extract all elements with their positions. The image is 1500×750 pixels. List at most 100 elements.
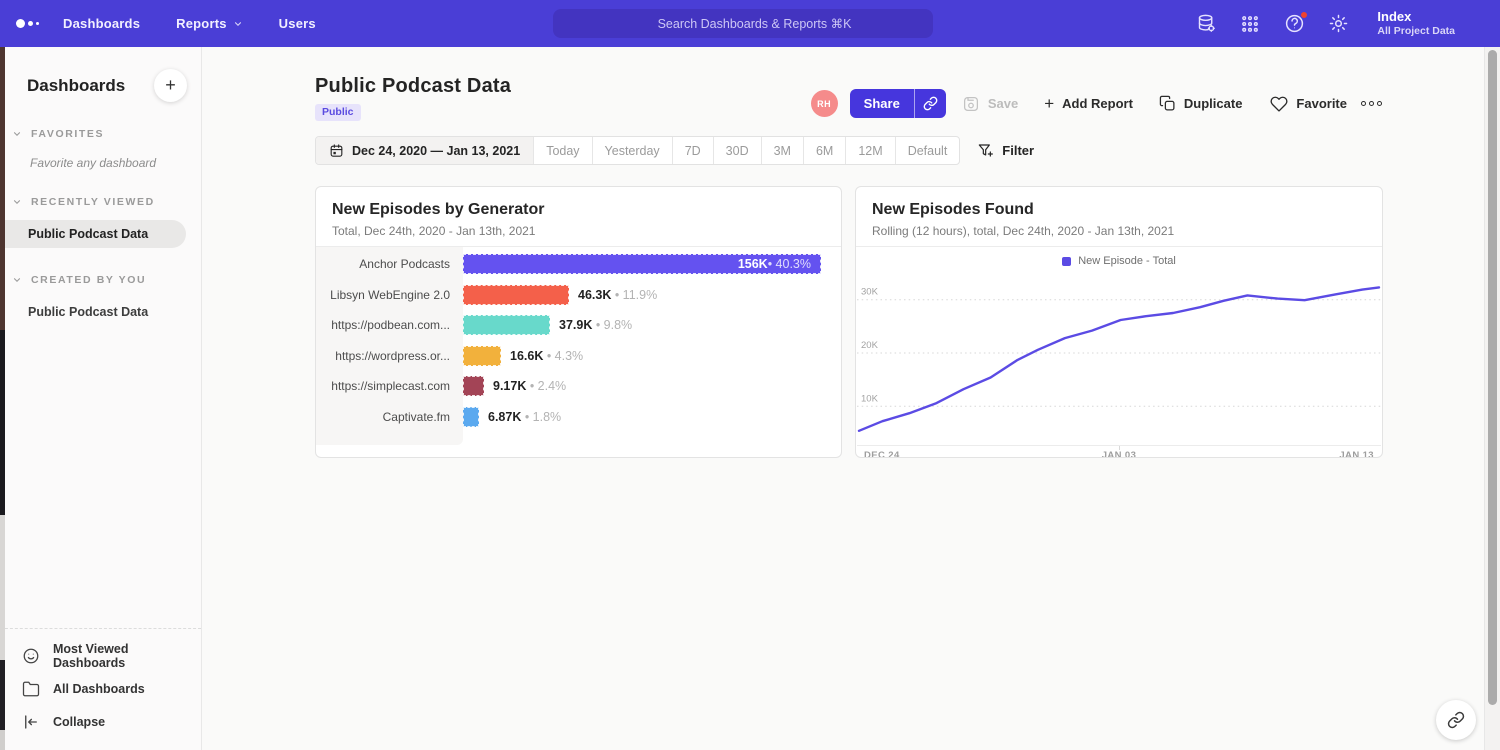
primary-nav: Dashboards Reports Users [63,16,352,31]
bar-value-label: 9.17K • 2.4% [493,379,566,393]
apps-grid-icon[interactable] [1239,13,1261,35]
bar-segment[interactable] [463,346,501,366]
bar-row-5: https://simplecast.com 9.17K • 2.4% [316,371,841,402]
x-tick-label: JAN 03 [1102,450,1137,458]
project-scope: All Project Data [1377,25,1455,38]
sidebar-section: CREATED BY YOU Public Podcast Data [0,274,201,326]
help-icon[interactable] [1283,13,1305,35]
settings-gear-icon[interactable] [1327,13,1349,35]
line-chart: 10K20K30K [857,273,1381,446]
bar-value-label: 156K • 40.3% [738,255,811,273]
bar-wrap: 16.6K • 4.3% [463,346,841,366]
sidebar: Dashboards + FAVORITESFavorite any dashb… [0,47,202,750]
calendar-icon [329,143,344,158]
save-button[interactable]: Save [962,95,1018,113]
x-tick-label: DEC 24 [864,450,900,458]
filter-icon [978,143,994,159]
footer-item-collapse[interactable]: Collapse [22,705,201,738]
bar-row-1: Anchor Podcasts 156K • 40.3% [316,249,841,280]
bar-category-label: https://simplecast.com [316,379,463,393]
avatar[interactable]: RH [811,90,838,117]
section-header-recently-viewed[interactable]: RECENTLY VIEWED [0,196,201,208]
footer-item-most-viewed-dashboards[interactable]: Most Viewed Dashboards [22,639,201,672]
bar-wrap: 156K • 40.3% [463,254,841,274]
filter-button[interactable]: Filter [978,143,1034,159]
legend-swatch [1062,257,1071,266]
date-preset-6m[interactable]: 6M [804,137,846,164]
chevron-down-icon [12,129,22,139]
x-axis-labels: DEC 24 JAN 03 JAN 13 [856,446,1382,458]
global-search-input[interactable]: Search Dashboards & Reports ⌘K [553,9,933,38]
sidebar-item-public-podcast-data[interactable]: Public Podcast Data [0,220,186,248]
nav-item-label: Reports [176,16,227,31]
bar-segment[interactable] [463,315,550,335]
heart-icon [1270,95,1288,113]
date-preset-3m[interactable]: 3M [762,137,804,164]
footer-item-all-dashboards[interactable]: All Dashboards [22,672,201,705]
card-subtitle: Rolling (12 hours), total, Dec 24th, 202… [872,224,1366,238]
date-preset-today[interactable]: Today [534,137,592,164]
nav-item-users[interactable]: Users [279,16,316,31]
sidebar-section: RECENTLY VIEWED Public Podcast Data [0,196,201,248]
x-tick-label: JAN 13 [1339,450,1374,458]
report-cards: New Episodes by Generator Total, Dec 24t… [315,186,1383,458]
app-logo-icon[interactable] [16,19,39,28]
date-range-button[interactable]: Dec 24, 2020 — Jan 13, 2021 [316,137,534,164]
date-preset-default[interactable]: Default [896,137,960,164]
bar-segment[interactable]: 156K • 40.3% [463,254,821,274]
data-source-icon[interactable] [1195,13,1217,35]
bar-wrap: 46.3K • 11.9% [463,285,841,305]
sidebar-title: Dashboards [27,76,125,96]
footer-item-label: Collapse [53,715,105,729]
bar-row-2: Libsyn WebEngine 2.046.3K • 11.9% [316,280,841,311]
nav-item-reports[interactable]: Reports [176,16,243,31]
bar-chart: Anchor Podcasts 156K • 40.3% Libsyn WebEng… [316,247,841,458]
top-navbar: Dashboards Reports Users Search Dashboards… [0,0,1500,47]
bar-segment[interactable] [463,407,479,427]
chevron-down-icon [12,275,22,285]
main-content: Public Podcast Data Public RH Share Save… [202,47,1500,750]
share-link-icon[interactable] [914,89,946,118]
section-title: FAVORITES [31,128,104,140]
share-button[interactable]: Share [850,89,914,118]
bar-category-label: Anchor Podcasts [316,257,463,271]
date-preset-7d[interactable]: 7D [673,137,714,164]
date-preset-30d[interactable]: 30D [714,137,762,164]
section-title: CREATED BY YOU [31,274,146,286]
nav-item-dashboards[interactable]: Dashboards [63,16,140,31]
date-preset-yesterday[interactable]: Yesterday [593,137,673,164]
bar-value-label: 16.6K • 4.3% [510,349,583,363]
bar-segment[interactable] [463,376,484,396]
app-window: Dashboards Reports Users Search Dashboards… [0,0,1500,750]
bar-category-label: Captivate.fm [316,410,463,424]
add-dashboard-button[interactable]: + [154,69,187,102]
bar-wrap: 37.9K • 9.8% [463,315,841,335]
bar-row-6: Captivate.fm6.87K • 1.8% [316,402,841,433]
collapse-icon [22,713,40,731]
add-report-button[interactable]: + Add Report [1044,95,1133,112]
bar-row-3: https://podbean.com...37.9K • 9.8% [316,310,841,341]
project-switcher[interactable]: Index All Project Data [1377,9,1482,38]
line-series-new-episode-total [859,287,1379,430]
bar-segment[interactable] [463,285,569,305]
section-header-favorites[interactable]: FAVORITES [0,128,201,140]
sidebar-item-public-podcast-data[interactable]: Public Podcast Data [0,298,201,326]
card-title: New Episodes by Generator [332,201,825,219]
date-preset-12m[interactable]: 12M [846,137,895,164]
scrollbar-thumb[interactable] [1488,50,1497,705]
date-toolbar: Dec 24, 2020 — Jan 13, 2021 TodayYesterd… [315,136,1034,165]
chart-legend: New Episode - Total [856,249,1382,273]
copy-link-fab[interactable] [1436,700,1476,740]
nav-item-label: Dashboards [63,16,140,31]
favorite-button[interactable]: Favorite [1270,95,1347,113]
bar-row-4: https://wordpress.or...16.6K • 4.3% [316,341,841,372]
duplicate-button[interactable]: Duplicate [1159,95,1243,112]
link-icon [1447,711,1465,729]
section-header-created-by-you[interactable]: CREATED BY YOU [0,274,201,286]
section-empty-text: Favorite any dashboard [0,140,201,170]
copy-icon [1159,95,1176,112]
more-options-button[interactable] [1361,101,1382,106]
card-new-episodes-by-generator: New Episodes by Generator Total, Dec 24t… [315,186,842,458]
bar-category-label: https://podbean.com... [316,318,463,332]
footer-item-label: Most Viewed Dashboards [53,642,201,670]
